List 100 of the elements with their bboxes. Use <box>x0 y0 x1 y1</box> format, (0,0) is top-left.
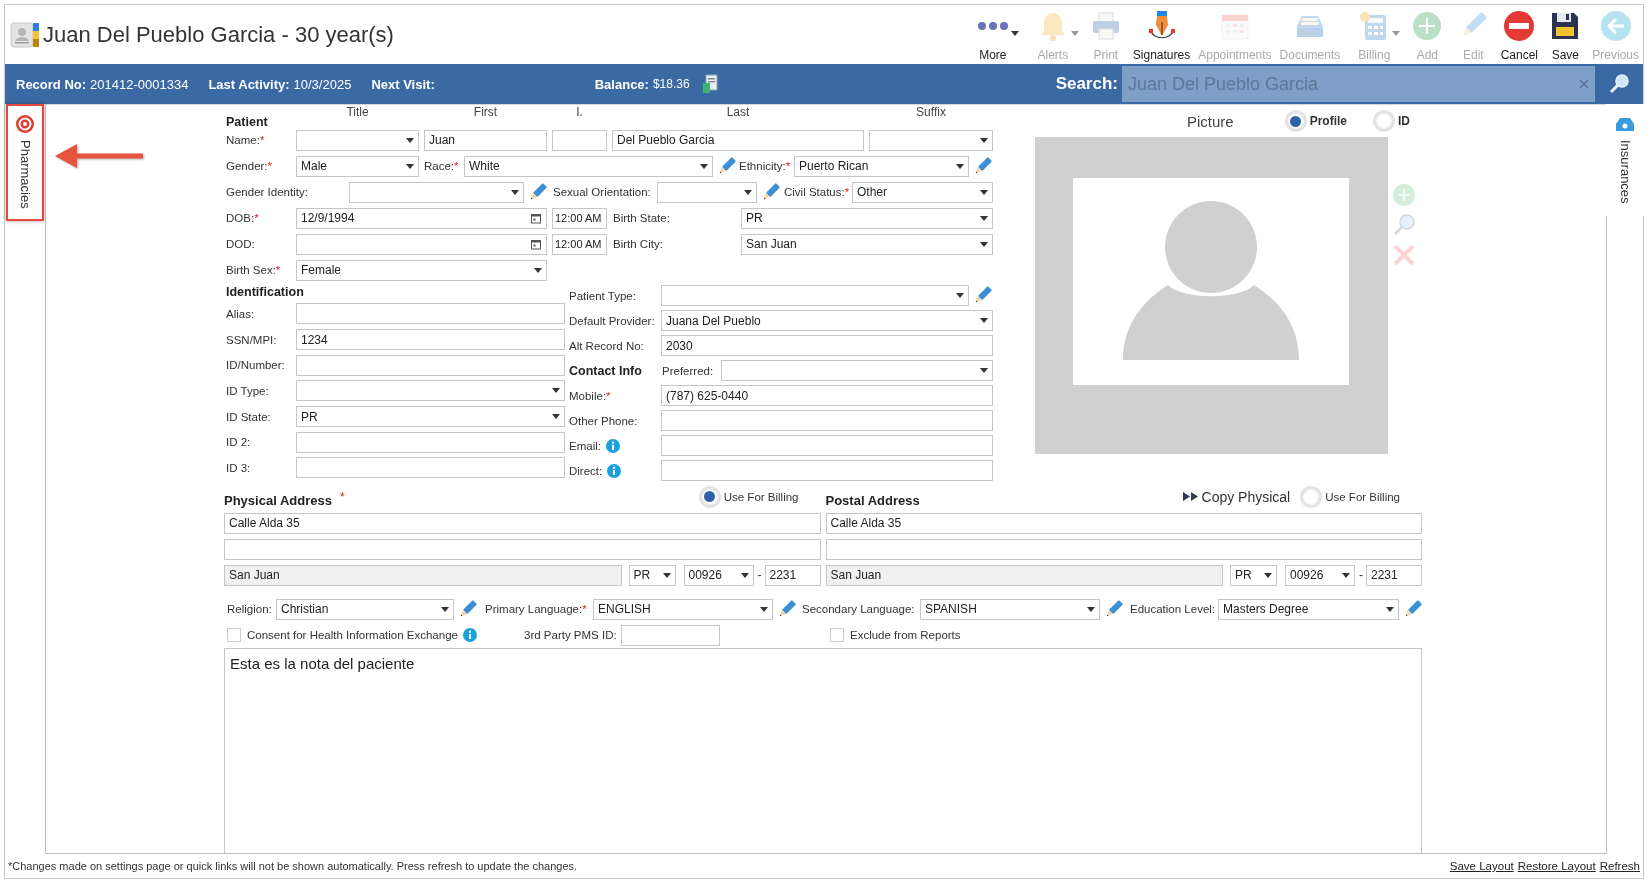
input-field[interactable] <box>661 435 993 456</box>
checkbox[interactable] <box>830 628 844 642</box>
dropdown-field[interactable]: Masters Degree <box>1218 598 1399 620</box>
dropdown-field[interactable] <box>296 380 565 402</box>
caret-icon[interactable] <box>980 241 988 247</box>
side-tab[interactable]: Pharmacies <box>6 104 44 221</box>
caret-icon[interactable] <box>1010 31 1019 36</box>
input-field[interactable] <box>825 538 1422 560</box>
toolbar-button[interactable]: More <box>962 5 1023 64</box>
dropdown-field[interactable] <box>721 360 993 381</box>
toolbar-button[interactable]: Cancel <box>1496 5 1543 64</box>
dropdown-field[interactable] <box>349 181 524 203</box>
info-icon[interactable] <box>605 438 620 453</box>
dropdown-field[interactable]: Puerto Rican <box>794 155 969 177</box>
caret-icon[interactable] <box>956 163 964 169</box>
input-field[interactable]: Calle Alda 35 <box>825 512 1422 534</box>
caret-icon[interactable] <box>740 572 749 578</box>
dropdown-field[interactable]: PR <box>628 564 676 586</box>
dropdown-field[interactable]: SPANISH <box>920 598 1100 620</box>
caret-icon[interactable] <box>662 572 671 578</box>
input-field[interactable]: (787) 625-0440 <box>661 385 993 406</box>
dropdown-field[interactable] <box>869 129 993 151</box>
caret-icon[interactable] <box>552 414 560 420</box>
caret-icon[interactable] <box>980 137 988 143</box>
time-field[interactable]: 12:00 AM <box>552 207 607 229</box>
input-field[interactable]: San Juan <box>825 564 1223 586</box>
caret-icon[interactable] <box>744 189 752 195</box>
caret-icon[interactable] <box>441 606 449 612</box>
info-icon[interactable] <box>462 628 477 642</box>
calendar-icon[interactable] <box>530 238 542 250</box>
dropdown-field[interactable] <box>661 285 969 306</box>
dropdown-field[interactable] <box>296 129 419 151</box>
input-field[interactable] <box>621 624 720 646</box>
input-field[interactable]: 2231 <box>1366 564 1422 586</box>
dropdown-field[interactable]: Juana Del Pueblo <box>661 310 993 331</box>
radio-button[interactable] <box>1375 112 1394 130</box>
dropdown-field[interactable]: 00926 <box>683 564 754 586</box>
dropdown-field[interactable]: Christian <box>276 598 454 620</box>
input-field[interactable] <box>552 129 607 151</box>
input-field[interactable]: 2030 <box>661 335 993 356</box>
side-tab[interactable]: Insurances <box>1606 104 1644 216</box>
footer-link[interactable]: Save Layout <box>1449 860 1514 872</box>
caret-icon[interactable] <box>760 606 768 612</box>
dropdown-field[interactable]: 00926 <box>1285 564 1355 586</box>
date-field[interactable]: 12/9/1994 <box>296 207 547 229</box>
input-field[interactable]: San Juan <box>224 564 622 586</box>
input-field[interactable] <box>296 303 565 325</box>
dropdown-field[interactable]: PR <box>296 406 565 428</box>
caret-icon[interactable] <box>406 163 414 169</box>
input-field[interactable]: 2231 <box>764 564 821 586</box>
input-field[interactable] <box>296 431 565 453</box>
radio-button[interactable] <box>1286 112 1305 130</box>
caret-icon[interactable] <box>980 215 988 221</box>
calendar-icon[interactable] <box>530 212 542 224</box>
caret-icon[interactable] <box>956 293 964 298</box>
caret-icon[interactable] <box>1342 572 1350 578</box>
checkbox[interactable] <box>227 628 241 642</box>
caret-icon[interactable] <box>511 189 519 195</box>
window-title: Juan Del Pueblo Garcia - 30 year(s) <box>43 21 394 48</box>
clear-icon[interactable] <box>1579 79 1589 89</box>
input-field[interactable] <box>224 538 821 560</box>
radio-button[interactable] <box>700 487 719 506</box>
input-field[interactable]: Juan <box>424 129 547 151</box>
date-field[interactable] <box>296 233 547 255</box>
caret-icon[interactable] <box>1386 606 1394 612</box>
caret-icon[interactable] <box>980 189 988 195</box>
dropdown-field[interactable]: Male <box>296 155 419 177</box>
dropdown-field[interactable] <box>657 181 757 203</box>
dropdown-field[interactable]: PR <box>741 207 993 229</box>
caret-icon[interactable] <box>980 318 988 323</box>
dropdown-field[interactable]: San Juan <box>741 233 993 255</box>
radio-button[interactable] <box>1302 487 1321 506</box>
input-field[interactable] <box>661 460 993 481</box>
caret-icon[interactable] <box>406 137 414 143</box>
info-icon[interactable] <box>607 463 622 478</box>
notes-field[interactable]: Esta es la nota del paciente <box>224 648 1422 853</box>
time-field[interactable]: 12:00 AM <box>552 233 607 255</box>
caret-icon[interactable] <box>700 163 708 169</box>
footer-link[interactable]: Restore Layout <box>1517 860 1596 872</box>
input-field[interactable]: Del Pueblo Garcia <box>612 129 864 151</box>
dropdown-field[interactable]: White <box>464 155 713 177</box>
dropdown-field[interactable]: Other <box>852 181 993 203</box>
caret-icon[interactable] <box>552 388 560 394</box>
toolbar-button[interactable]: Save <box>1542 5 1589 64</box>
input-field[interactable]: Calle Alda 35 <box>224 512 821 534</box>
input-field[interactable] <box>296 457 565 479</box>
toolbar-button[interactable]: Signatures <box>1128 5 1195 64</box>
input-field[interactable] <box>661 410 993 431</box>
input-field[interactable] <box>296 354 565 376</box>
document-icon[interactable] <box>701 74 718 94</box>
dropdown-field[interactable]: PR <box>1230 564 1277 586</box>
copy-physical-button[interactable]: Copy Physical <box>1182 488 1291 505</box>
input-field[interactable]: 1234 <box>296 329 565 351</box>
caret-icon[interactable] <box>534 267 542 273</box>
footer-link[interactable]: Refresh <box>1599 860 1640 872</box>
dropdown-field[interactable]: Female <box>296 259 547 281</box>
caret-icon[interactable] <box>1087 606 1095 612</box>
caret-icon[interactable] <box>980 368 988 373</box>
dropdown-field[interactable]: ENGLISH <box>593 598 773 620</box>
caret-icon[interactable] <box>1264 572 1272 578</box>
